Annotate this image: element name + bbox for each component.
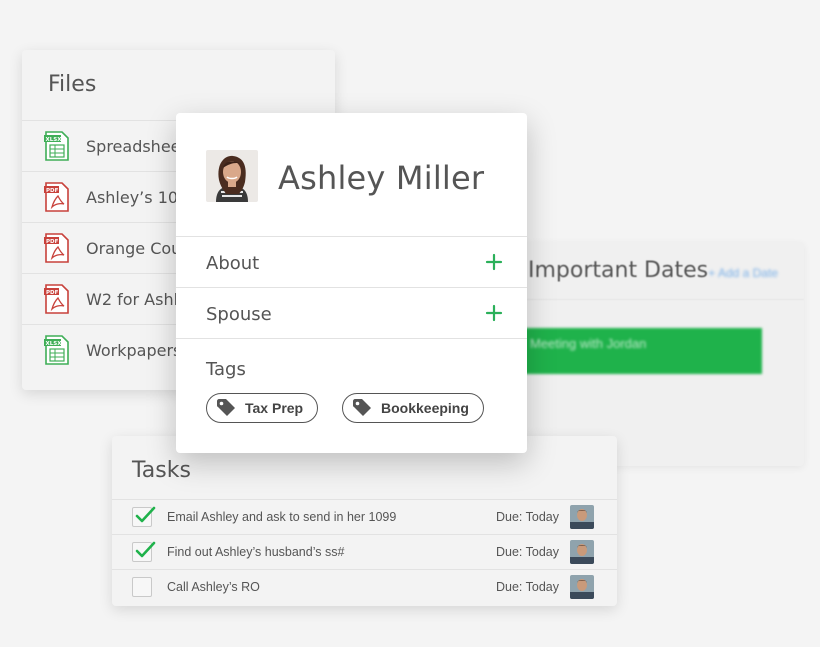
task-due: Due: Today bbox=[496, 580, 560, 594]
task-row: Email Ashley and ask to send in her 1099… bbox=[112, 499, 617, 534]
files-title: Files bbox=[48, 72, 97, 97]
pdf-file-icon: PDF bbox=[44, 182, 69, 212]
tasks-card: Tasks Email Ashley and ask to send in he… bbox=[112, 436, 617, 606]
about-section[interactable]: About bbox=[176, 237, 527, 288]
dates-header: Important Dates + Add a Date bbox=[500, 242, 804, 300]
svg-text:PDF: PDF bbox=[46, 290, 59, 296]
task-due: Due: Today bbox=[496, 510, 560, 524]
add-date-link[interactable]: + Add a Date bbox=[708, 266, 778, 280]
dates-title: Important Dates bbox=[528, 258, 709, 283]
add-about-icon[interactable] bbox=[485, 253, 503, 271]
tags-label: Tags bbox=[206, 359, 246, 380]
tag-label: Bookkeeping bbox=[381, 400, 469, 416]
tag-tax-prep[interactable]: Tax Prep bbox=[206, 393, 319, 423]
xlsx-file-icon: XLSX bbox=[44, 131, 69, 161]
file-name: Spreadsheet bbox=[86, 136, 187, 156]
about-label: About bbox=[206, 253, 260, 274]
checkmark-icon bbox=[135, 541, 156, 558]
task-text: Call Ashley’s RO bbox=[167, 580, 260, 594]
task-text: Email Ashley and ask to send in her 1099 bbox=[167, 510, 397, 524]
assignee-avatar bbox=[570, 505, 594, 529]
spouse-section[interactable]: Spouse bbox=[176, 288, 527, 339]
task-checkbox[interactable] bbox=[132, 506, 156, 527]
assignee-avatar bbox=[570, 540, 594, 564]
tag-icon bbox=[217, 399, 235, 416]
pdf-file-icon: PDF bbox=[44, 284, 69, 314]
svg-text:PDF: PDF bbox=[46, 188, 59, 194]
task-checkbox[interactable] bbox=[132, 577, 152, 597]
add-spouse-icon[interactable] bbox=[485, 304, 503, 322]
contact-header: Ashley Miller bbox=[176, 113, 527, 237]
file-name: Workpapers bbox=[86, 340, 182, 360]
tag-icon bbox=[353, 399, 371, 416]
svg-text:XLSX: XLSX bbox=[46, 137, 63, 143]
tags-section: Tags Tax Prep Bookkeeping bbox=[176, 339, 527, 451]
dates-card: Important Dates + Add a Date Meeting wit… bbox=[500, 242, 804, 466]
pdf-file-icon: PDF bbox=[44, 233, 69, 263]
svg-text:XLSX: XLSX bbox=[46, 341, 63, 347]
date-event-bar[interactable]: Meeting with Jordan bbox=[500, 328, 762, 374]
spouse-label: Spouse bbox=[206, 304, 272, 325]
svg-text:PDF: PDF bbox=[46, 239, 59, 245]
contact-name: Ashley Miller bbox=[278, 159, 485, 197]
task-text: Find out Ashley’s husband’s ss# bbox=[167, 545, 345, 559]
task-checkbox[interactable] bbox=[132, 541, 156, 562]
contact-card: Ashley Miller About Spouse Tags Tax Prep bbox=[176, 113, 527, 453]
date-event-label: Meeting with Jordan bbox=[530, 336, 647, 351]
task-row: Call Ashley’s RO Due: Today bbox=[112, 569, 617, 604]
contact-avatar bbox=[206, 150, 258, 202]
task-row: Find out Ashley’s husband’s ss# Due: Tod… bbox=[112, 534, 617, 569]
xlsx-file-icon: XLSX bbox=[44, 335, 69, 365]
checkmark-icon bbox=[135, 506, 156, 523]
assignee-avatar bbox=[570, 575, 594, 599]
tag-label: Tax Prep bbox=[245, 400, 304, 416]
task-due: Due: Today bbox=[496, 545, 560, 559]
tag-bookkeeping[interactable]: Bookkeeping bbox=[342, 393, 484, 423]
